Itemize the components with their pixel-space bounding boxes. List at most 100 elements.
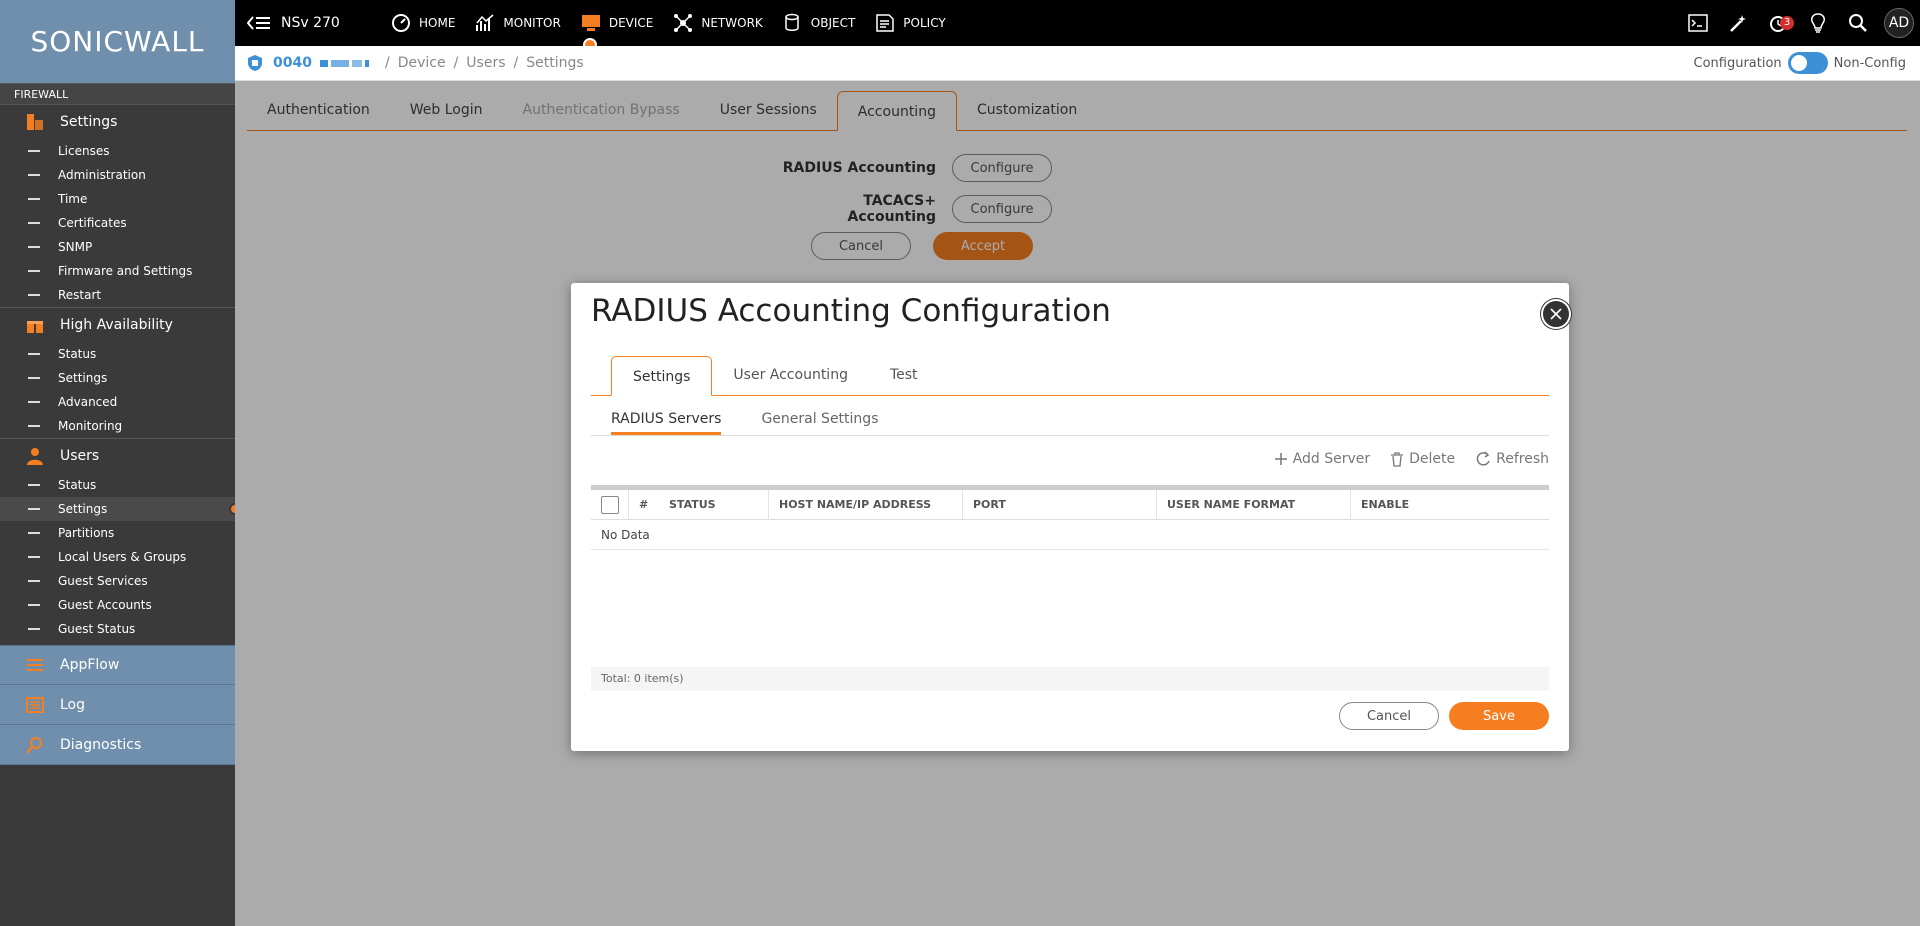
mode-nonconfig-label: Non-Config bbox=[1833, 55, 1906, 71]
sidebar-item-administration[interactable]: Administration bbox=[0, 163, 235, 187]
magnifier-icon bbox=[26, 736, 44, 754]
sidebar-item-ha-advanced[interactable]: Advanced bbox=[0, 390, 235, 414]
breadcrumb-bar: 0040 / Device / Users / Settings Configu… bbox=[235, 46, 1920, 81]
topnav-home[interactable]: HOME bbox=[391, 0, 455, 46]
sidebar-item-licenses[interactable]: Licenses bbox=[0, 139, 235, 163]
sidebar-section-label: FIREWALL bbox=[0, 83, 235, 105]
sidebar-group-high-availability[interactable]: High Availability bbox=[0, 308, 235, 342]
clock-notifications-icon[interactable]: 3 bbox=[1758, 13, 1798, 33]
device-name: NSv 270 bbox=[281, 15, 340, 31]
user-icon bbox=[26, 446, 44, 466]
sidebar-item-partitions[interactable]: Partitions bbox=[0, 521, 235, 545]
sidebar-item-certificates[interactable]: Certificates bbox=[0, 211, 235, 235]
modal-cancel-button[interactable]: Cancel bbox=[1339, 702, 1439, 730]
sidebar-item-ha-status[interactable]: Status bbox=[0, 342, 235, 366]
object-cylinder-icon bbox=[783, 13, 803, 33]
breadcrumb-settings: Settings bbox=[526, 55, 584, 71]
search-icon[interactable] bbox=[1838, 13, 1878, 33]
sidebar-item-time[interactable]: Time bbox=[0, 187, 235, 211]
sidebar-item-guest-status[interactable]: Guest Status bbox=[0, 617, 235, 641]
refresh-icon bbox=[1476, 451, 1490, 466]
masked-serial bbox=[319, 59, 369, 67]
sidebar-item-diagnostics[interactable]: Diagnostics bbox=[0, 725, 235, 765]
tab-user-accounting[interactable]: User Accounting bbox=[712, 355, 869, 395]
col-index[interactable]: # bbox=[629, 490, 659, 520]
log-icon bbox=[26, 696, 44, 713]
delete-button[interactable]: Delete bbox=[1390, 451, 1455, 467]
sidebar-group-label: High Availability bbox=[60, 317, 173, 333]
policy-icon bbox=[875, 13, 895, 33]
dashboard-icon bbox=[391, 13, 411, 33]
sidebar-item-guest-accounts[interactable]: Guest Accounts bbox=[0, 593, 235, 617]
gift-icon bbox=[26, 315, 44, 335]
topnav-policy[interactable]: POLICY bbox=[875, 0, 946, 46]
sidebar-item-ha-settings[interactable]: Settings bbox=[0, 366, 235, 390]
lightbulb-icon[interactable] bbox=[1798, 13, 1838, 33]
top-right-tools: 3 AD bbox=[1678, 0, 1920, 46]
sidebar-group-label: Users bbox=[60, 448, 100, 464]
logo-text: SONICWALL bbox=[30, 25, 205, 58]
close-icon[interactable] bbox=[1541, 299, 1571, 329]
topnav-monitor[interactable]: MONITOR bbox=[475, 0, 561, 46]
modal-sub-tabs: RADIUS Servers General Settings bbox=[591, 396, 1549, 436]
topnav-network[interactable]: NETWORK bbox=[673, 0, 763, 46]
device-screen-icon bbox=[581, 14, 601, 32]
sidebar-item-users-settings[interactable]: Settings bbox=[0, 497, 241, 521]
mode-config-label: Configuration bbox=[1693, 55, 1782, 71]
avatar[interactable]: AD bbox=[1884, 8, 1914, 38]
settings-icon bbox=[26, 112, 44, 132]
col-port[interactable]: PORT bbox=[963, 489, 1157, 520]
table-header: # STATUS HOST NAME/IP ADDRESS PORT USER … bbox=[591, 489, 1549, 520]
tab-settings[interactable]: Settings bbox=[611, 356, 713, 396]
console-icon[interactable] bbox=[1678, 14, 1718, 32]
network-icon bbox=[673, 13, 693, 33]
empty-state: No Data bbox=[591, 520, 1549, 550]
select-all-cell bbox=[591, 489, 629, 520]
radius-servers-table: # STATUS HOST NAME/IP ADDRESS PORT USER … bbox=[591, 485, 1549, 665]
refresh-button[interactable]: Refresh bbox=[1475, 451, 1549, 467]
sidebar-item-restart[interactable]: Restart bbox=[0, 283, 235, 307]
select-all-checkbox[interactable] bbox=[601, 495, 619, 514]
subtab-radius-servers[interactable]: RADIUS Servers bbox=[611, 411, 722, 435]
sidebar: SONICWALL FIREWALL Settings Licenses Adm… bbox=[0, 0, 241, 926]
shield-icon bbox=[247, 54, 263, 72]
sidebar-item-guest-services[interactable]: Guest Services bbox=[0, 569, 235, 593]
sidebar-item-log[interactable]: Log bbox=[0, 685, 235, 725]
grid-toolbar: Add Server Delete Refresh bbox=[1254, 451, 1549, 467]
top-navigation-bar: NSv 270 HOME MONITOR DEVICE NETWORK OBJE… bbox=[235, 0, 1920, 52]
table-footer-total: Total: 0 item(s) bbox=[591, 667, 1549, 691]
notification-badge: 3 bbox=[1780, 16, 1794, 30]
breadcrumb-users[interactable]: Users bbox=[466, 55, 505, 71]
sidebar-group-settings[interactable]: Settings bbox=[0, 105, 235, 139]
trash-icon bbox=[1391, 451, 1404, 467]
sidebar-group-label: Settings bbox=[60, 114, 118, 130]
modal-save-button[interactable]: Save bbox=[1449, 702, 1549, 730]
sonicwall-logo: SONICWALL bbox=[0, 0, 235, 83]
add-server-button[interactable]: Add Server bbox=[1274, 451, 1370, 467]
appflow-icon bbox=[26, 657, 44, 673]
plus-icon bbox=[1274, 453, 1287, 465]
col-status[interactable]: STATUS bbox=[659, 489, 769, 520]
topnav-device[interactable]: DEVICE bbox=[581, 0, 653, 52]
sidebar-item-ha-monitoring[interactable]: Monitoring bbox=[0, 414, 235, 438]
modal-title: RADIUS Accounting Configuration bbox=[591, 293, 1111, 329]
col-username-format[interactable]: USER NAME FORMAT bbox=[1157, 489, 1351, 520]
col-hostname[interactable]: HOST NAME/IP ADDRESS bbox=[769, 489, 963, 520]
monitor-chart-icon bbox=[475, 13, 495, 33]
device-serial[interactable]: 0040 bbox=[273, 55, 312, 71]
sidebar-item-firmware[interactable]: Firmware and Settings bbox=[0, 259, 235, 283]
mode-toggle[interactable] bbox=[1787, 52, 1828, 74]
sidebar-item-appflow[interactable]: AppFlow bbox=[0, 645, 235, 685]
collapse-menu-icon[interactable] bbox=[247, 15, 273, 31]
wizard-wand-icon[interactable] bbox=[1718, 13, 1758, 33]
col-enable[interactable]: ENABLE bbox=[1351, 490, 1549, 520]
sidebar-item-snmp[interactable]: SNMP bbox=[0, 235, 235, 259]
sidebar-group-users[interactable]: Users bbox=[0, 439, 235, 473]
subtab-general-settings[interactable]: General Settings bbox=[761, 411, 878, 435]
tab-test[interactable]: Test bbox=[869, 355, 939, 395]
breadcrumb-device[interactable]: Device bbox=[398, 55, 446, 71]
topnav-object[interactable]: OBJECT bbox=[783, 0, 855, 46]
sidebar-item-users-status[interactable]: Status bbox=[0, 473, 235, 497]
radius-accounting-modal: RADIUS Accounting Configuration Settings… bbox=[571, 283, 1571, 751]
sidebar-item-local-users[interactable]: Local Users & Groups bbox=[0, 545, 235, 569]
